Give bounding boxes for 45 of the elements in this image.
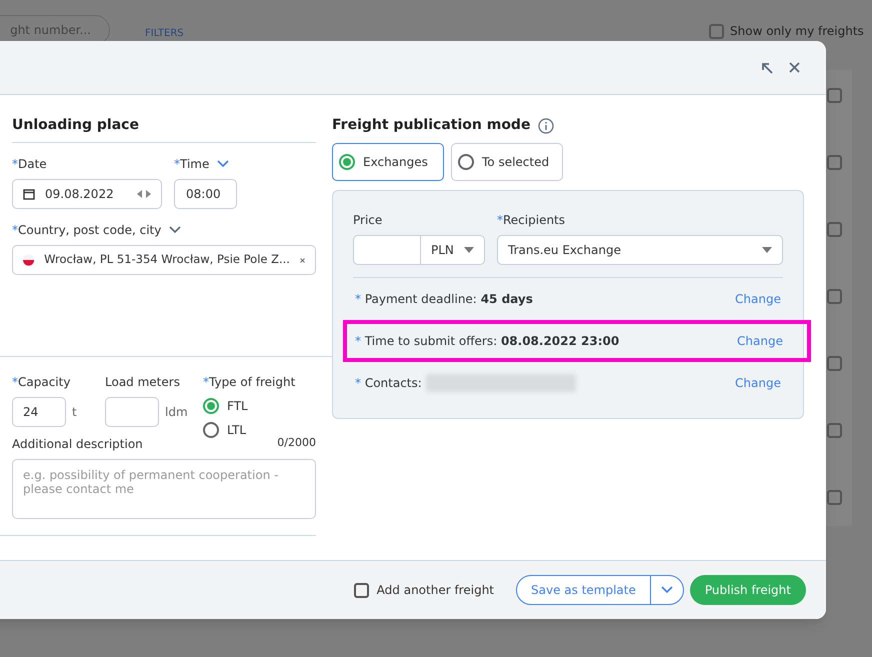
field-label: *Recipients — [497, 212, 566, 229]
field-label: Price — [353, 212, 384, 229]
save-template-button[interactable]: Save as template — [517, 576, 651, 604]
radio-label: LTL — [227, 422, 246, 439]
term-text: * Payment deadline: 45 days — [355, 291, 533, 308]
field-label: Additional description — [12, 436, 143, 453]
character-counter: 0/2000 — [277, 435, 316, 451]
checkbox-label: Add another freight — [376, 582, 494, 599]
stepper-arrows-icon[interactable] — [137, 190, 151, 198]
chevron-down-icon — [217, 160, 230, 168]
field-label: *Date — [12, 156, 48, 173]
checkbox[interactable] — [709, 24, 724, 38]
caret-icon — [762, 247, 772, 253]
capacity-field[interactable]: 24 — [12, 397, 66, 427]
time-field[interactable]: 08:00 — [174, 179, 237, 209]
description-field[interactable]: e.g. possibility of permanent cooperation - please contact me — [12, 459, 316, 519]
section-title: Freight publication mode — [332, 116, 530, 135]
section-title: Unloading place — [12, 115, 316, 143]
term-text: * Time to submit offers: 08.08.2022 23:00 — [355, 333, 620, 350]
field-label: *Time — [174, 156, 210, 173]
load-meters-field[interactable] — [105, 397, 159, 427]
unit-label: t — [72, 404, 77, 421]
unit-label: ldm — [165, 404, 188, 421]
location-field[interactable]: Wrocław, PL 51-354 Wrocław, Psie Pole Z... — [12, 245, 316, 275]
mode-option[interactable]: To selected — [451, 143, 563, 181]
chevron-down-icon — [660, 586, 673, 594]
checkbox[interactable] — [354, 582, 369, 598]
radio-button[interactable] — [203, 422, 219, 438]
date-field[interactable]: 09.08.2022 — [12, 179, 162, 209]
field-label: *Type of freight — [203, 374, 296, 391]
field-label: *Capacity — [12, 374, 72, 391]
radio-label: FTL — [227, 398, 248, 415]
radio-button[interactable] — [203, 398, 219, 414]
collapse-arrow-icon[interactable] — [761, 62, 773, 74]
term-text: * Contacts: — [355, 374, 576, 392]
field-label: Load meters — [105, 374, 181, 391]
checkbox-label: Show only my freights — [730, 23, 864, 40]
field-label: *Country, post code, city — [12, 222, 162, 239]
mode-option[interactable]: Exchanges — [332, 143, 444, 181]
clear-icon[interactable] — [300, 256, 305, 264]
close-icon[interactable] — [789, 62, 800, 73]
recipients-select[interactable]: Trans.eu Exchange — [497, 235, 783, 265]
info-icon[interactable] — [538, 118, 554, 134]
chevron-down-icon — [169, 226, 182, 234]
calendar-icon — [23, 188, 35, 200]
